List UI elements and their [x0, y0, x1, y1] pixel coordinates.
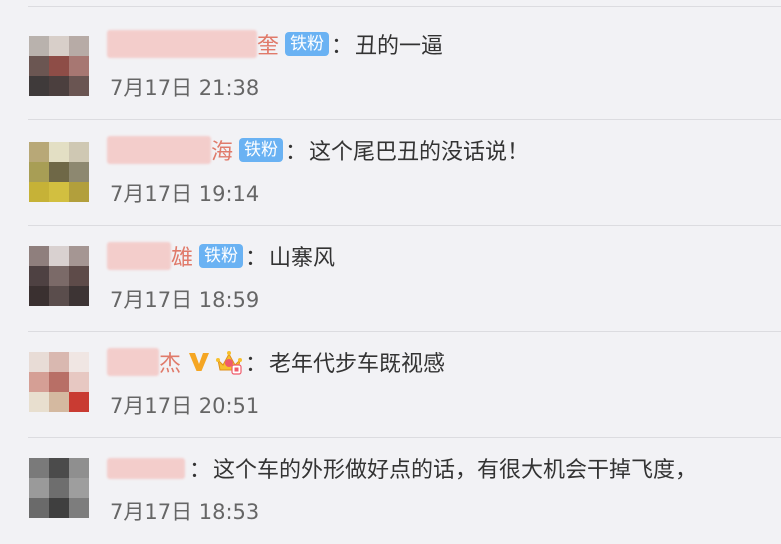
- avatar[interactable]: [29, 458, 89, 518]
- colon: ：: [331, 34, 354, 59]
- username-tail: 奎: [257, 34, 280, 59]
- comment-date: 7月17日 20:51: [110, 394, 260, 418]
- comment-text: 这个车的外形做好点的话，有很大机会干掉飞度，: [213, 458, 698, 483]
- previous-comment-divider: [0, 0, 781, 14]
- username-tail: 杰: [159, 352, 182, 377]
- comment-line: 雄 铁粉 ： 山寨风: [103, 240, 335, 272]
- comment-item: 雄 铁粉 ： 山寨风 7月17日 18:59: [0, 226, 781, 332]
- username-link[interactable]: [103, 456, 187, 481]
- colon: ：: [245, 246, 268, 271]
- comment-text: 这个尾巴丑的没话说！: [309, 140, 530, 165]
- colon: ：: [245, 352, 268, 377]
- username-link[interactable]: 奎: [103, 28, 279, 60]
- avatar[interactable]: [29, 36, 89, 96]
- avatar[interactable]: [29, 246, 89, 306]
- comment-line: 海 铁粉 ： 这个尾巴丑的没话说！: [103, 134, 529, 166]
- comment-item: 海 铁粉 ： 这个尾巴丑的没话说！ 7月17日 19:14: [0, 120, 781, 226]
- avatar[interactable]: [29, 352, 89, 412]
- comment-item: 杰 ： 老年代步车既视感 7月17日 20:51: [0, 332, 781, 438]
- comment-date: 7月17日 18:59: [110, 288, 260, 312]
- username-link[interactable]: 海: [103, 134, 233, 166]
- comment-text: 山寨风: [269, 246, 336, 271]
- username-tail: 海: [211, 140, 234, 165]
- fan-badge[interactable]: 铁粉: [199, 244, 244, 268]
- username-link[interactable]: 杰: [103, 346, 181, 378]
- comment-date: 7月17日 18:53: [110, 500, 260, 524]
- fan-badge[interactable]: 铁粉: [239, 138, 284, 162]
- comment-date: 7月17日 19:14: [110, 182, 260, 206]
- username-link[interactable]: 雄: [103, 240, 193, 272]
- crown-member-icon[interactable]: [215, 348, 243, 376]
- username-tail: 雄: [171, 246, 194, 271]
- comment-item: 奎 铁粉 ： 丑的一逼 7月17日 21:38: [0, 14, 781, 120]
- comment-line: 杰 ： 老年代步车既视感: [103, 346, 445, 378]
- comment-text: 老年代步车既视感: [269, 352, 446, 377]
- fan-badge[interactable]: 铁粉: [285, 32, 330, 56]
- verified-v-icon: [187, 350, 211, 374]
- colon: ：: [285, 140, 308, 165]
- comment-line: ： 这个车的外形做好点的话，有很大机会干掉飞度，: [103, 452, 697, 484]
- comment-date: 7月17日 21:38: [110, 76, 260, 100]
- comment-line: 奎 铁粉 ： 丑的一逼: [103, 28, 443, 60]
- comment-item: ： 这个车的外形做好点的话，有很大机会干掉飞度， 7月17日 18:53: [0, 438, 781, 544]
- avatar[interactable]: [29, 142, 89, 202]
- colon: ：: [189, 458, 212, 483]
- comment-text: 丑的一逼: [355, 34, 444, 59]
